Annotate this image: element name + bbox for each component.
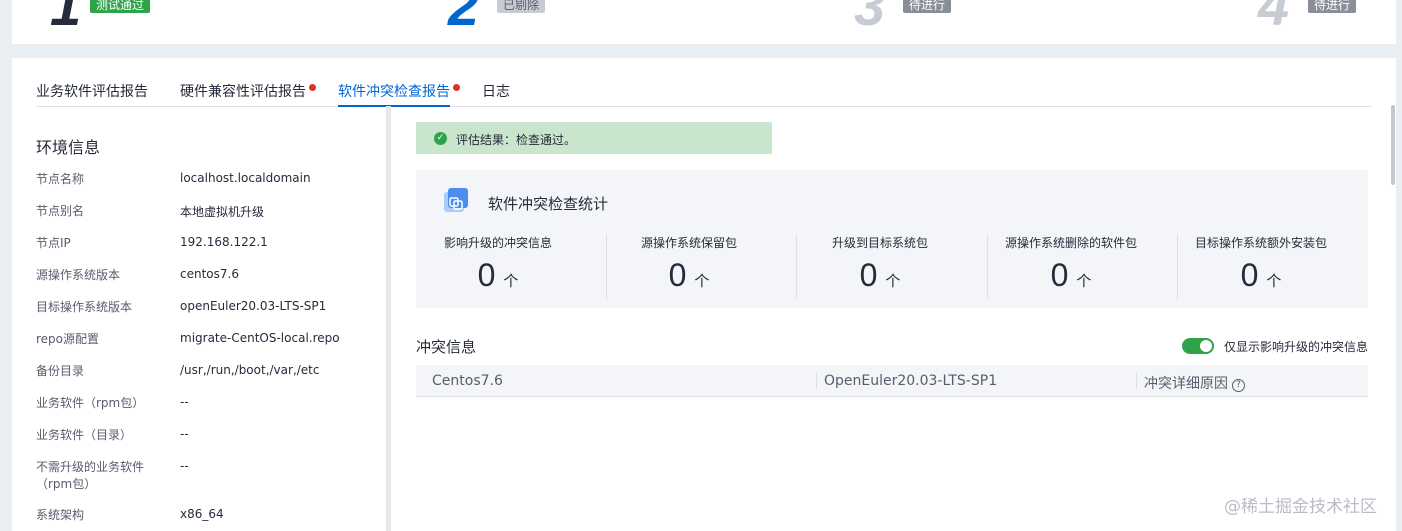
stat-unit: 个 — [1266, 273, 1282, 290]
stats-panel: 软件冲突检查统计 影响升级的冲突信息 0个 源操作系统保留包 0个 升级到目标系… — [416, 170, 1368, 308]
toggle-label: 仅显示影响升级的冲突信息 — [1223, 340, 1368, 354]
env-key: 备份目录 — [36, 364, 85, 378]
conflict-table-header: Centos7.6 OpenEuler20.03-LTS-SP1 冲突详细原因? — [416, 365, 1368, 397]
stat-value: 0 — [1240, 257, 1259, 293]
stat-unit: 个 — [503, 273, 519, 290]
report-card: 业务软件评估报告 硬件兼容性评估报告 软件冲突检查报告 日志 环境信息 节点名称… — [12, 58, 1396, 531]
env-value: -- — [180, 395, 189, 409]
conflict-info-title: 冲突信息 — [416, 338, 477, 356]
stat-source-removed: 源操作系统删除的软件包 0个 — [976, 234, 1166, 302]
step-2-number: 2 — [448, 0, 480, 37]
stat-value: 0 — [1050, 257, 1069, 293]
stat-unit: 个 — [694, 273, 710, 290]
stat-label: 源操作系统保留包 — [640, 236, 737, 250]
conflict-check-icon — [444, 188, 468, 212]
env-value: -- — [180, 427, 189, 441]
tab-software-conflict[interactable]: 软件冲突检查报告 — [338, 81, 460, 107]
stat-unit: 个 — [885, 273, 901, 290]
env-key: repo源配置 — [36, 332, 100, 346]
env-value: 192.168.122.1 — [180, 235, 268, 249]
column-divider[interactable] — [816, 373, 817, 389]
stat-target-extra: 目标操作系统额外安装包 0个 — [1166, 234, 1356, 302]
env-value: centos7.6 — [180, 267, 239, 281]
question-circle-icon[interactable]: ? — [1232, 379, 1245, 392]
column-header-reason[interactable]: 冲突详细原因? — [1144, 373, 1245, 393]
alert-dot-icon — [309, 84, 316, 91]
step-1-badge: 测试通过 — [90, 0, 151, 13]
stat-source-retained: 源操作系统保留包 0个 — [594, 234, 784, 302]
env-info-panel: 环境信息 节点名称 localhost.localdomain 节点别名 本地虚拟机… — [36, 118, 376, 531]
stat-label: 升级到目标系统包 — [831, 236, 928, 250]
stats-title: 软件冲突检查统计 — [488, 195, 609, 213]
column-label: 冲突详细原因 — [1144, 376, 1228, 392]
report-tabs: 业务软件评估报告 硬件兼容性评估报告 软件冲突检查报告 日志 — [36, 72, 1372, 107]
env-key: 不需升级的业务软件（rpm包） — [36, 460, 145, 491]
stat-label: 影响升级的冲突信息 — [443, 236, 552, 250]
env-key: 源操作系统版本 — [36, 268, 121, 282]
impact-only-toggle[interactable] — [1182, 338, 1214, 354]
column-header-target[interactable]: OpenEuler20.03-LTS-SP1 — [824, 373, 997, 389]
result-text: 评估结果：检查通过。 — [456, 133, 577, 147]
column-divider[interactable] — [1136, 373, 1137, 389]
stat-value: 0 — [668, 257, 687, 293]
env-key: 业务软件（rpm包） — [36, 396, 145, 410]
env-key: 节点IP — [36, 236, 71, 250]
impact-only-toggle-group: 仅显示影响升级的冲突信息 — [1168, 336, 1368, 356]
env-value: /usr,/run,/boot,/var,/etc — [180, 363, 320, 377]
step-3-badge: 待进行 — [903, 0, 952, 13]
env-value: x86_64 — [180, 507, 224, 521]
alert-dot-icon — [453, 84, 460, 91]
env-value: -- — [180, 459, 189, 473]
env-key: 业务软件（目录） — [36, 428, 133, 442]
tab-log[interactable]: 日志 — [482, 81, 510, 107]
step-2-badge: 已剔除 — [497, 0, 546, 13]
steps-bar: 1 测试通过 2 已剔除 3 待进行 4 待进行 — [12, 0, 1396, 44]
env-key: 目标操作系统版本 — [36, 300, 133, 314]
tab-label: 硬件兼容性评估报告 — [180, 84, 306, 100]
watermark: @稀土掘金技术社区 — [1224, 497, 1377, 517]
env-value: 本地虚拟机升级 — [180, 205, 265, 219]
tab-business-software[interactable]: 业务软件评估报告 — [36, 81, 148, 107]
check-circle-icon: ✓ — [434, 132, 447, 145]
env-info-title: 环境信息 — [36, 138, 101, 157]
stat-label: 目标操作系统额外安装包 — [1194, 236, 1327, 250]
step-1-number: 1 — [50, 0, 82, 37]
stat-label: 源操作系统删除的软件包 — [1004, 236, 1137, 250]
env-key: 节点别名 — [36, 204, 85, 218]
tab-hardware-compat[interactable]: 硬件兼容性评估报告 — [180, 81, 316, 107]
panel-divider[interactable] — [386, 106, 391, 531]
env-key: 节点名称 — [36, 172, 85, 186]
step-4-number: 4 — [1258, 0, 1290, 37]
env-key: 系统架构 — [36, 508, 85, 522]
toggle-knob — [1200, 340, 1212, 352]
stat-conflict-info: 影响升级的冲突信息 0个 — [403, 234, 593, 302]
step-3-number: 3 — [854, 0, 886, 37]
tab-label: 软件冲突检查报告 — [338, 84, 450, 100]
result-alert: ✓ 评估结果：检查通过。 — [416, 122, 772, 154]
env-value: openEuler20.03-LTS-SP1 — [180, 299, 327, 313]
step-4-badge: 待进行 — [1308, 0, 1357, 13]
stat-unit: 个 — [1076, 273, 1092, 290]
env-value: localhost.localdomain — [180, 171, 311, 185]
stat-upgrade-target: 升级到目标系统包 0个 — [785, 234, 975, 302]
page-scrollbar[interactable] — [1391, 105, 1395, 185]
column-header-source[interactable]: Centos7.6 — [432, 373, 503, 389]
stat-value: 0 — [477, 257, 496, 293]
stat-value: 0 — [859, 257, 878, 293]
env-value: migrate-CentOS-local.repo — [180, 331, 340, 345]
